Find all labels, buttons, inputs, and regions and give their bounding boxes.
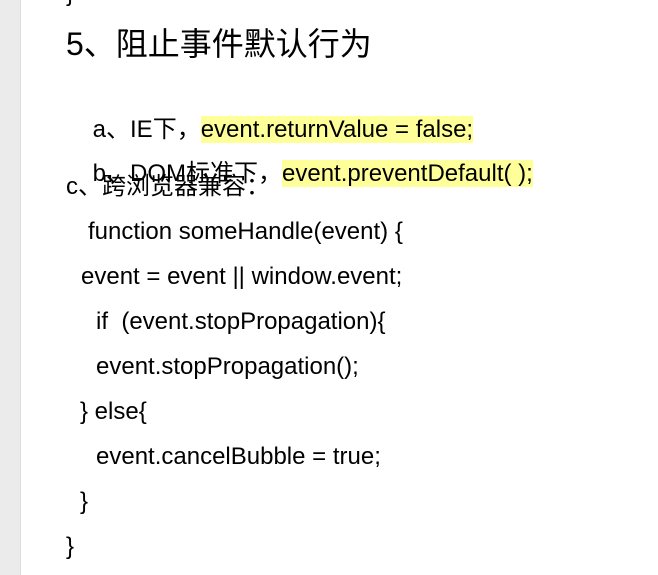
code-line: if (event.stopPropagation){ bbox=[96, 308, 386, 335]
item-c: c、跨浏览器兼容： bbox=[66, 173, 270, 200]
item-b-code-highlight: event.preventDefault( ); bbox=[282, 160, 533, 187]
code-line: function someHandle(event) { bbox=[88, 218, 403, 245]
document-page: } 5、阻止事件默认行为 a、IE下，event.returnValue = f… bbox=[0, 0, 658, 575]
code-line: } else{ bbox=[80, 398, 147, 425]
page-margin-gutter bbox=[0, 0, 21, 575]
code-line: event = event || window.event; bbox=[81, 263, 403, 290]
code-line: event.stopPropagation(); bbox=[96, 353, 359, 380]
previous-section-closing-brace: } bbox=[66, 0, 74, 6]
code-line: } bbox=[66, 533, 75, 560]
code-line: } bbox=[80, 488, 89, 515]
code-line: event.cancelBubble = true; bbox=[96, 443, 381, 470]
section-heading: 5、阻止事件默认行为 bbox=[66, 26, 372, 62]
